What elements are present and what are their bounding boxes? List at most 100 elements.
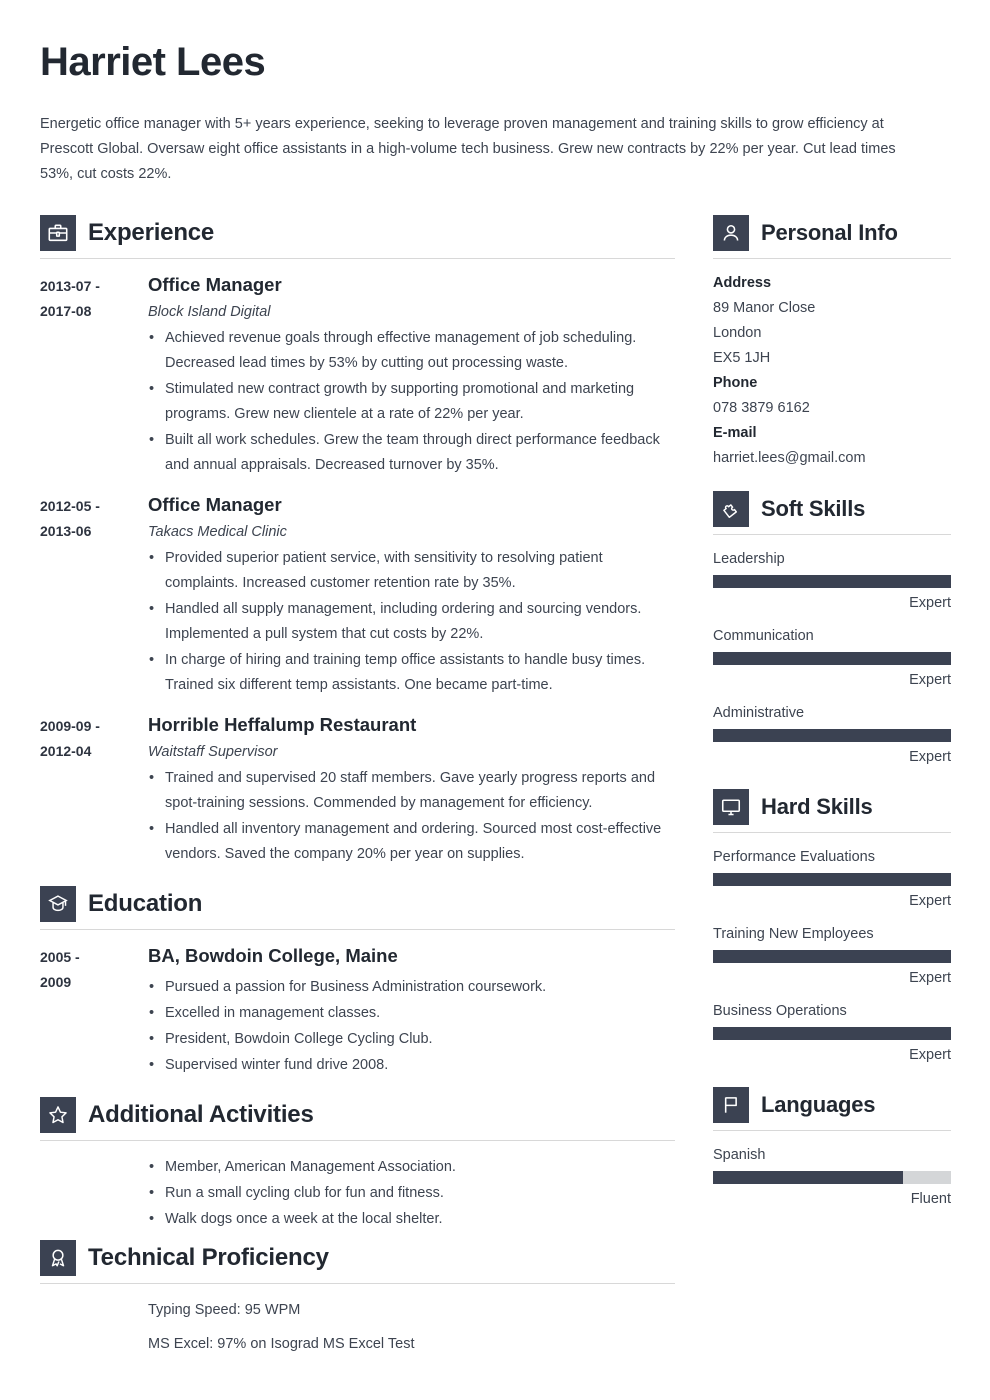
info-value: EX5 1JH xyxy=(713,350,771,366)
personal-info-title: Personal Info xyxy=(761,220,898,245)
award-icon xyxy=(40,1240,76,1277)
activities-bullets: Member, American Management Association.… xyxy=(148,1155,675,1232)
hard-skills-title: Hard Skills xyxy=(761,794,873,819)
skill-item: Performance Evaluations Expert xyxy=(713,845,951,913)
soft-skills-title: Soft Skills xyxy=(761,496,866,521)
list-item: Built all work schedules. Grew the team … xyxy=(148,428,675,478)
info-value: 078 3879 6162 xyxy=(713,400,810,416)
resume-body: Experience 2013-07 -2017-08 Office Manag… xyxy=(40,211,951,1366)
skill-bar xyxy=(713,1171,951,1184)
experience-entry: 2012-05 -2013-06 Office Manager Takacs M… xyxy=(40,493,675,699)
section-additional-activities: Additional Activities Member, American M… xyxy=(40,1093,675,1232)
skill-name: Business Operations xyxy=(713,1003,847,1019)
skill-level: Expert xyxy=(909,893,951,909)
info-label: Phone xyxy=(713,375,758,391)
soft-skills-divider xyxy=(713,534,951,535)
technical-divider xyxy=(40,1283,675,1285)
skill-name: Training New Employees xyxy=(713,926,874,942)
list-item: President, Bowdoin College Cycling Club. xyxy=(148,1027,675,1052)
info-label: E-mail xyxy=(713,425,757,441)
education-entry: 2005 -2009 BA, Bowdoin College, Maine Pu… xyxy=(40,944,675,1079)
entry-job-title: Horrible Heffalump Restaurant xyxy=(148,714,417,736)
section-personal-info: Personal Info Address 89 Manor Close Lon… xyxy=(713,211,951,471)
entry-body: Horrible Heffalump Restaurant Waitstaff … xyxy=(148,713,675,868)
skill-item: Administrative Expert xyxy=(713,701,951,769)
section-hard-skills: Hard Skills Performance Evaluations Expe… xyxy=(713,785,951,1067)
skill-bar xyxy=(713,873,951,886)
experience-entry: 2013-07 -2017-08 Office Manager Block Is… xyxy=(40,273,675,479)
puzzle-icon xyxy=(713,491,749,527)
personal-info-divider xyxy=(713,258,951,259)
entry-body: Office Manager Takacs Medical Clinic Pro… xyxy=(148,493,675,699)
entry-role: Waitstaff Supervisor xyxy=(148,744,278,761)
entry-body: BA, Bowdoin College, Maine Pursued a pas… xyxy=(148,944,675,1079)
skill-item: Training New Employees Expert xyxy=(713,922,951,990)
experience-title: Experience xyxy=(88,219,215,246)
skill-bar-fill xyxy=(713,1171,904,1184)
flag-icon xyxy=(713,1087,749,1123)
info-label: Address xyxy=(713,275,772,291)
list-item: Member, American Management Association. xyxy=(148,1155,675,1180)
skill-name: Spanish xyxy=(713,1147,766,1163)
skill-name: Leadership xyxy=(713,551,785,567)
skill-bar xyxy=(713,652,951,665)
resume-page: Harriet Lees Energetic office manager wi… xyxy=(0,0,990,1400)
star-icon xyxy=(40,1097,76,1134)
info-value: London xyxy=(713,325,762,341)
list-item: Stimulated new contract growth by suppor… xyxy=(148,377,675,427)
entry-bullets: Trained and supervised 20 staff members.… xyxy=(148,766,675,867)
list-item: Excelled in management classes. xyxy=(148,1001,675,1026)
activities-divider xyxy=(40,1140,675,1142)
activities-body: Member, American Management Association.… xyxy=(40,1155,675,1232)
info-field-email: E-mail harriet.lees@gmail.com xyxy=(713,421,951,471)
skill-name: Communication xyxy=(713,628,814,644)
list-item: Run a small cycling club for fun and fit… xyxy=(148,1181,675,1206)
hard-skills-divider xyxy=(713,832,951,833)
soft-skills-heading: Soft Skills xyxy=(713,487,951,527)
skill-level: Fluent xyxy=(910,1191,951,1207)
skill-item: Leadership Expert xyxy=(713,547,951,615)
skill-bar-fill xyxy=(713,575,951,588)
sidebar: Personal Info Address 89 Manor Close Lon… xyxy=(713,211,951,1227)
languages-divider xyxy=(713,1130,951,1131)
skill-level: Expert xyxy=(909,970,951,986)
list-item: Achieved revenue goals through effective… xyxy=(148,326,675,376)
entry-body: Office Manager Block Island Digital Achi… xyxy=(148,273,675,479)
entry-bullets: Achieved revenue goals through effective… xyxy=(148,326,675,478)
entry-bullets: Pursued a passion for Business Administr… xyxy=(148,975,675,1078)
skill-bar-fill xyxy=(713,873,951,886)
list-item: Pursued a passion for Business Administr… xyxy=(148,975,675,1000)
skill-item: Communication Expert xyxy=(713,624,951,692)
technical-line: MS Excel: 97% on Isograd MS Excel Test xyxy=(148,1336,415,1353)
languages-heading: Languages xyxy=(713,1083,951,1123)
skill-bar-fill xyxy=(713,950,951,963)
skill-bar xyxy=(713,1027,951,1040)
skill-level: Expert xyxy=(909,749,951,765)
list-item: Handled all supply management, including… xyxy=(148,597,675,647)
list-item: Provided superior patient service, with … xyxy=(148,546,675,596)
main-column: Experience 2013-07 -2017-08 Office Manag… xyxy=(40,211,675,1366)
page-title: Harriet Lees xyxy=(40,40,266,84)
skill-name: Performance Evaluations xyxy=(713,849,875,865)
education-title: Education xyxy=(88,890,203,918)
skill-level: Expert xyxy=(909,1047,951,1063)
skill-bar xyxy=(713,575,951,588)
skill-name: Administrative xyxy=(713,705,805,721)
info-value: 89 Manor Close xyxy=(713,300,816,316)
languages-title: Languages xyxy=(761,1092,876,1117)
technical-title: Technical Proficiency xyxy=(88,1244,329,1272)
skill-bar-fill xyxy=(713,1027,951,1040)
section-languages: Languages Spanish Fluent xyxy=(713,1083,951,1211)
experience-entry: 2009-09 -2012-04 Horrible Heffalump Rest… xyxy=(40,713,675,868)
entry-dates: 2012-05 -2013-06 xyxy=(40,498,100,540)
monitor-icon xyxy=(713,789,749,825)
section-experience: Experience 2013-07 -2017-08 Office Manag… xyxy=(40,211,675,868)
info-value[interactable]: harriet.lees@gmail.com xyxy=(713,446,951,471)
activities-title: Additional Activities xyxy=(88,1101,314,1129)
skill-bar xyxy=(713,729,951,742)
education-heading: Education xyxy=(40,882,675,923)
experience-heading: Experience xyxy=(40,211,675,251)
entry-bullets: Provided superior patient service, with … xyxy=(148,546,675,698)
list-item: In charge of hiring and training temp of… xyxy=(148,648,675,698)
graduation-cap-icon xyxy=(40,886,76,923)
